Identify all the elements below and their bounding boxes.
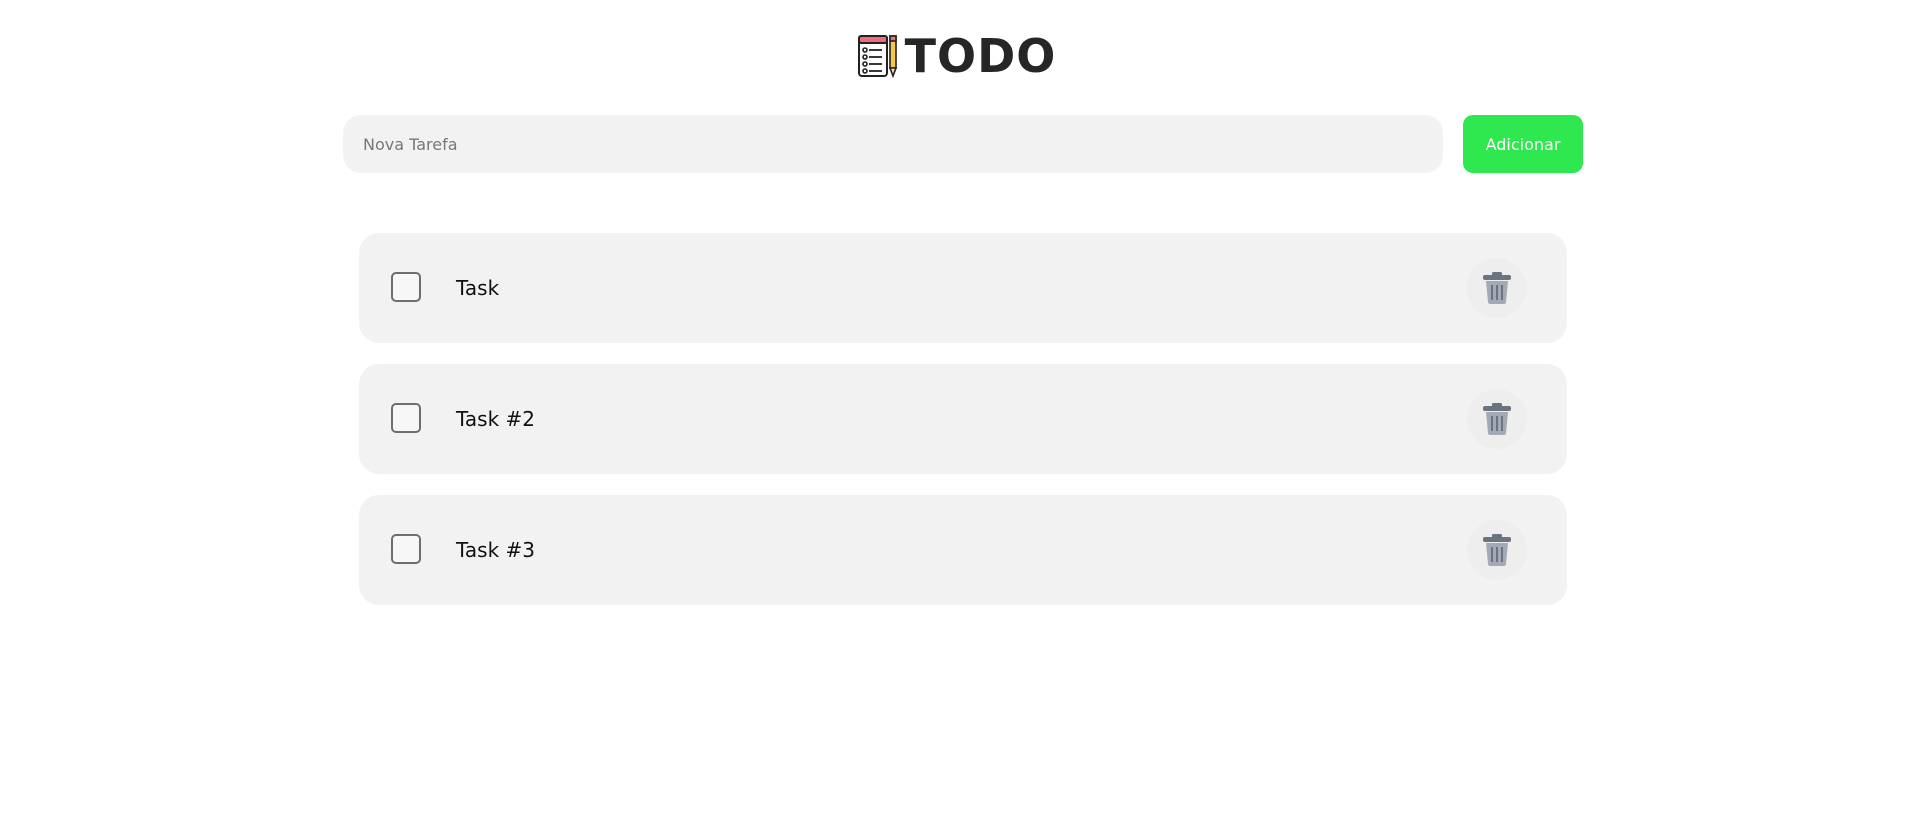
task-checkbox[interactable] <box>391 403 421 433</box>
add-task-button[interactable]: Adicionar <box>1463 115 1583 173</box>
app-header: TODO <box>0 30 1913 82</box>
task-item: Task <box>359 233 1567 343</box>
task-item: Task #3 <box>359 495 1567 605</box>
task-label: Task <box>456 276 500 300</box>
delete-task-button[interactable] <box>1467 389 1527 449</box>
checklist-pencil-icon <box>857 35 897 79</box>
page-title: TODO <box>904 29 1057 83</box>
delete-task-button[interactable] <box>1467 520 1527 580</box>
task-item: Task #2 <box>359 364 1567 474</box>
task-label: Task #2 <box>456 407 536 431</box>
task-checkbox[interactable] <box>391 534 421 564</box>
new-task-input[interactable] <box>343 115 1443 173</box>
task-label: Task #3 <box>456 538 536 562</box>
task-checkbox[interactable] <box>391 272 421 302</box>
new-task-form: Adicionar <box>343 115 1583 173</box>
trash-icon <box>1483 272 1511 304</box>
trash-icon <box>1483 403 1511 435</box>
trash-icon <box>1483 534 1511 566</box>
task-list: Task Task #2 Task #3 <box>359 233 1567 626</box>
delete-task-button[interactable] <box>1467 258 1527 318</box>
